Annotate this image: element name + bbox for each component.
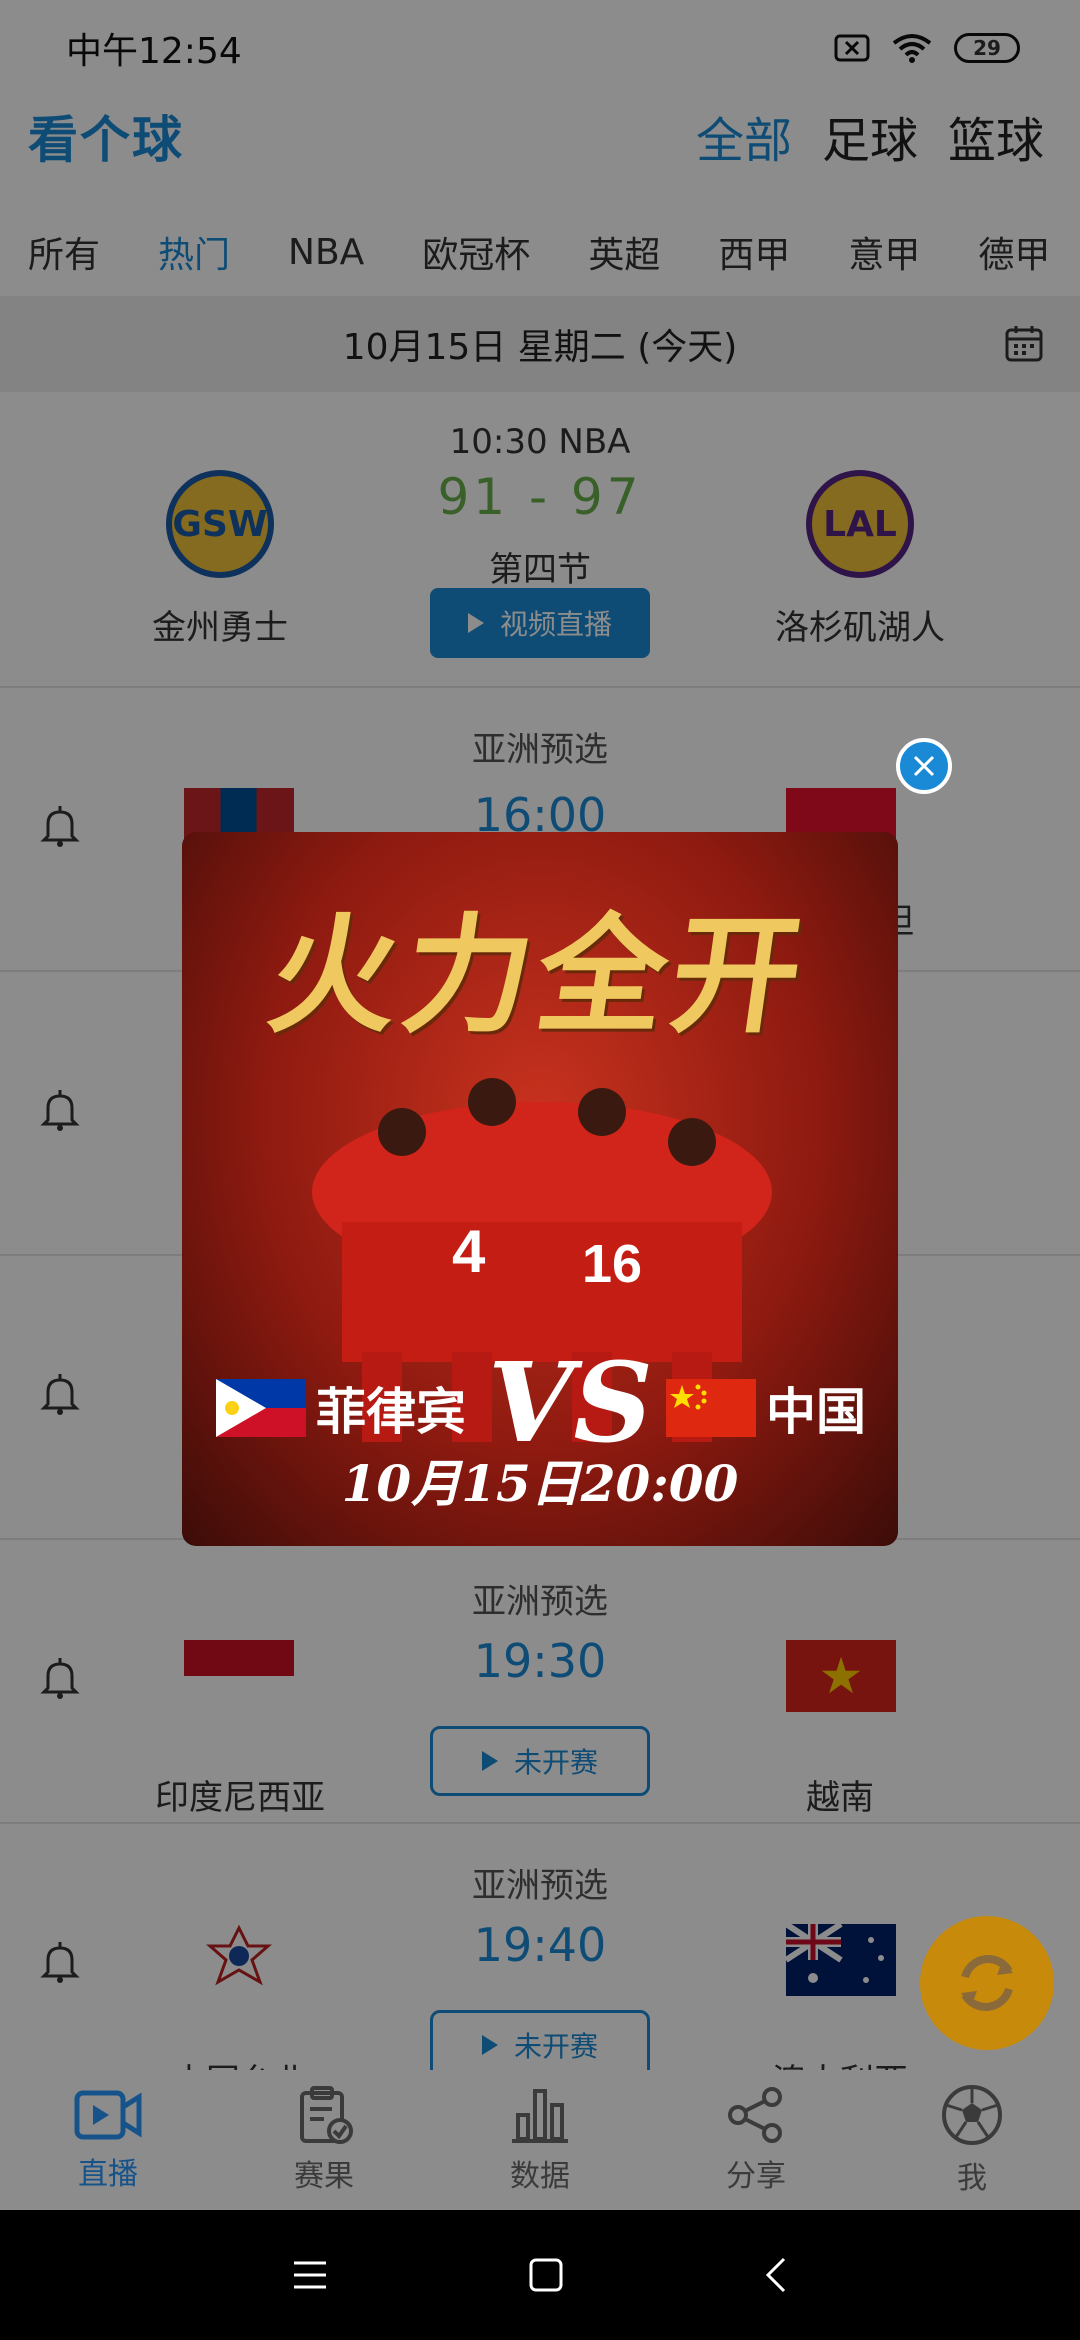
- nav-label: 赛果: [294, 2159, 354, 2194]
- close-popup-button[interactable]: [896, 738, 952, 794]
- nav-label: 我: [957, 2161, 987, 2196]
- clipboard-check-icon: [300, 2086, 353, 2144]
- refresh-icon: [961, 1955, 1013, 2011]
- promo-away-team: 中国: [666, 1372, 866, 1444]
- refresh-button[interactable]: [920, 1916, 1054, 2050]
- bar-chart-icon: [512, 2089, 568, 2143]
- promo-title: 火力全开: [259, 901, 817, 1051]
- promo-popup[interactable]: 火力全开 4 16 菲律宾 VS 中国 10月15日20:00: [182, 832, 898, 1546]
- philippines-flag-icon: [216, 1379, 306, 1437]
- promo-home-name: 菲律宾: [316, 1383, 466, 1441]
- soccer-ball-icon: [942, 2085, 1002, 2145]
- home-icon[interactable]: [528, 2257, 564, 2293]
- nav-results[interactable]: 赛果: [216, 2070, 432, 2210]
- system-nav-bar: [0, 2210, 1080, 2340]
- nav-label: 直播: [78, 2157, 138, 2192]
- nav-data[interactable]: 数据: [432, 2070, 648, 2210]
- svg-text:16: 16: [582, 1234, 642, 1294]
- nav-label: 分享: [726, 2159, 786, 2194]
- live-video-icon: [74, 2090, 142, 2140]
- promo-home-team: 菲律宾: [216, 1372, 466, 1444]
- bottom-nav: 直播 赛果 数据 分享 我: [0, 2070, 1080, 2210]
- back-icon[interactable]: [764, 2257, 788, 2293]
- china-flag-icon: [666, 1379, 756, 1437]
- nav-live[interactable]: 直播: [0, 2070, 216, 2210]
- menu-icon[interactable]: [292, 2259, 328, 2291]
- close-icon: [913, 755, 935, 777]
- nav-share[interactable]: 分享: [648, 2070, 864, 2210]
- share-icon: [728, 2087, 782, 2143]
- promo-away-name: 中国: [766, 1383, 866, 1441]
- promo-datetime: 10月15日20:00: [341, 1454, 739, 1513]
- nav-label: 数据: [510, 2159, 570, 2194]
- svg-text:4: 4: [452, 1218, 486, 1285]
- nav-me[interactable]: 我: [864, 2070, 1080, 2210]
